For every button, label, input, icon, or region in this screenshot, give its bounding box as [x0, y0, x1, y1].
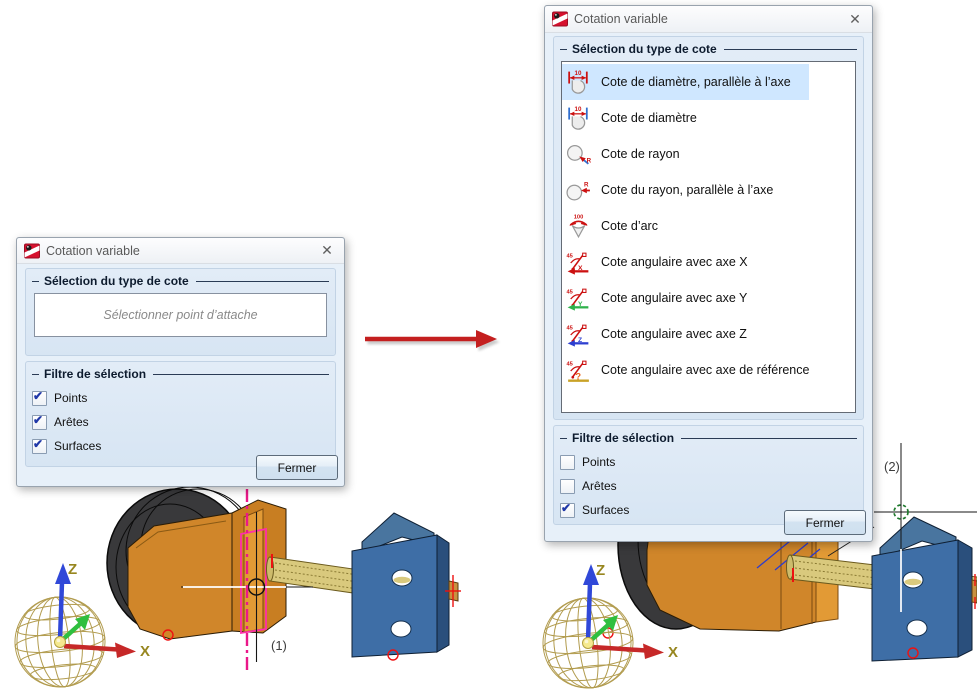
close-icon[interactable]: ✕	[317, 241, 337, 261]
edges-checkbox[interactable]	[560, 478, 575, 494]
group-title: Sélection du type de cote	[44, 274, 189, 288]
checkbox-label: Points	[54, 391, 88, 405]
list-item[interactable]: Cote du rayon, parallèle à l’axe	[562, 172, 855, 208]
window-title: Cotation variable	[46, 243, 140, 258]
angular-axis-x-icon	[565, 249, 592, 276]
edges-checkbox[interactable]	[32, 413, 47, 430]
group-type-selection: Sélection du type de cote Sélectionner p…	[25, 268, 336, 356]
angular-axis-y-icon	[565, 285, 592, 312]
annotation-1: (1)	[271, 638, 287, 653]
filter-row-points: Points	[32, 386, 329, 410]
attach-point-prompt[interactable]: Sélectionner point d’attache	[34, 293, 327, 337]
list-item-label: Cote du rayon, parallèle à l’axe	[601, 183, 774, 197]
application-canvas: Z X	[0, 0, 977, 691]
dialog-cotation-variable-left: Cotation variable ✕ Sélection du type de…	[16, 237, 345, 487]
app-icon	[552, 11, 568, 27]
annotation-2: (2)	[884, 459, 900, 474]
dialog-cotation-variable-right: Cotation variable ✕ Sélection du type de…	[544, 5, 873, 542]
checkbox-label: Surfaces	[582, 503, 630, 517]
list-item[interactable]: Cote d’arc	[562, 208, 855, 244]
filter-row-aretes: Arêtes	[560, 474, 857, 498]
list-item-label: Cote d’arc	[601, 219, 658, 233]
group-title: Sélection du type de cote	[572, 42, 717, 56]
diameter-parallel-axis-icon	[565, 69, 592, 96]
filter-row-aretes: Arêtes	[32, 410, 329, 434]
list-item-label: Cote angulaire avec axe Y	[601, 291, 748, 305]
list-item[interactable]: Cote angulaire avec axe X	[562, 244, 855, 280]
arc-icon	[565, 213, 592, 240]
points-checkbox[interactable]	[32, 389, 47, 406]
list-item-label: Cote angulaire avec axe de référence	[601, 363, 810, 377]
list-item[interactable]: Cote de diamètre, parallèle à l’axe	[562, 64, 855, 100]
angular-axis-z-icon	[565, 321, 592, 348]
angular-reference-axis-icon	[565, 357, 592, 384]
fermer-button[interactable]: Fermer	[784, 510, 866, 535]
diameter-icon	[565, 105, 592, 132]
fermer-button[interactable]: Fermer	[256, 455, 338, 480]
window-title: Cotation variable	[574, 12, 668, 26]
group-selection-filter: Filtre de sélection Points Arêtes Surfac…	[25, 361, 336, 467]
list-item-label: Cote de diamètre	[601, 111, 697, 125]
bracket-plate[interactable]	[871, 539, 959, 662]
checkbox-label: Points	[582, 455, 616, 469]
assembly-left[interactable]: (1)	[106, 486, 461, 671]
list-item[interactable]: Cote de diamètre	[562, 100, 855, 136]
radius-icon	[565, 141, 592, 168]
points-checkbox[interactable]	[560, 454, 575, 470]
title-bar[interactable]: Cotation variable ✕	[545, 6, 872, 33]
radius-parallel-axis-icon	[565, 177, 592, 204]
app-icon	[24, 243, 40, 259]
checkbox-label: Surfaces	[54, 439, 102, 453]
list-item[interactable]: Cote angulaire avec axe de référence	[562, 352, 855, 388]
dimension-type-list[interactable]: Cote de diamètre, parallèle à l’axe Cote…	[561, 61, 856, 413]
list-item[interactable]: Cote de rayon	[562, 136, 855, 172]
surfaces-checkbox[interactable]	[32, 437, 47, 454]
transition-arrow	[365, 330, 500, 351]
surfaces-checkbox[interactable]	[560, 501, 575, 518]
list-item-label: Cote angulaire avec axe X	[601, 255, 748, 269]
group-title: Filtre de sélection	[44, 367, 147, 381]
checkbox-label: Arêtes	[582, 479, 617, 493]
list-item[interactable]: Cote angulaire avec axe Y	[562, 280, 855, 316]
bracket-plate[interactable]	[351, 534, 438, 658]
close-icon[interactable]: ✕	[845, 9, 865, 29]
list-item-label: Cote angulaire avec axe Z	[601, 327, 747, 341]
filter-row-points: Points	[560, 450, 857, 474]
group-type-selection: Sélection du type de cote Cote de diamèt…	[553, 36, 864, 420]
group-title: Filtre de sélection	[572, 431, 675, 445]
list-item-label: Cote de diamètre, parallèle à l’axe	[601, 75, 791, 89]
checkbox-label: Arêtes	[54, 415, 89, 429]
list-item[interactable]: Cote angulaire avec axe Z	[562, 316, 855, 352]
title-bar[interactable]: Cotation variable ✕	[17, 238, 344, 264]
list-item-label: Cote de rayon	[601, 147, 680, 161]
